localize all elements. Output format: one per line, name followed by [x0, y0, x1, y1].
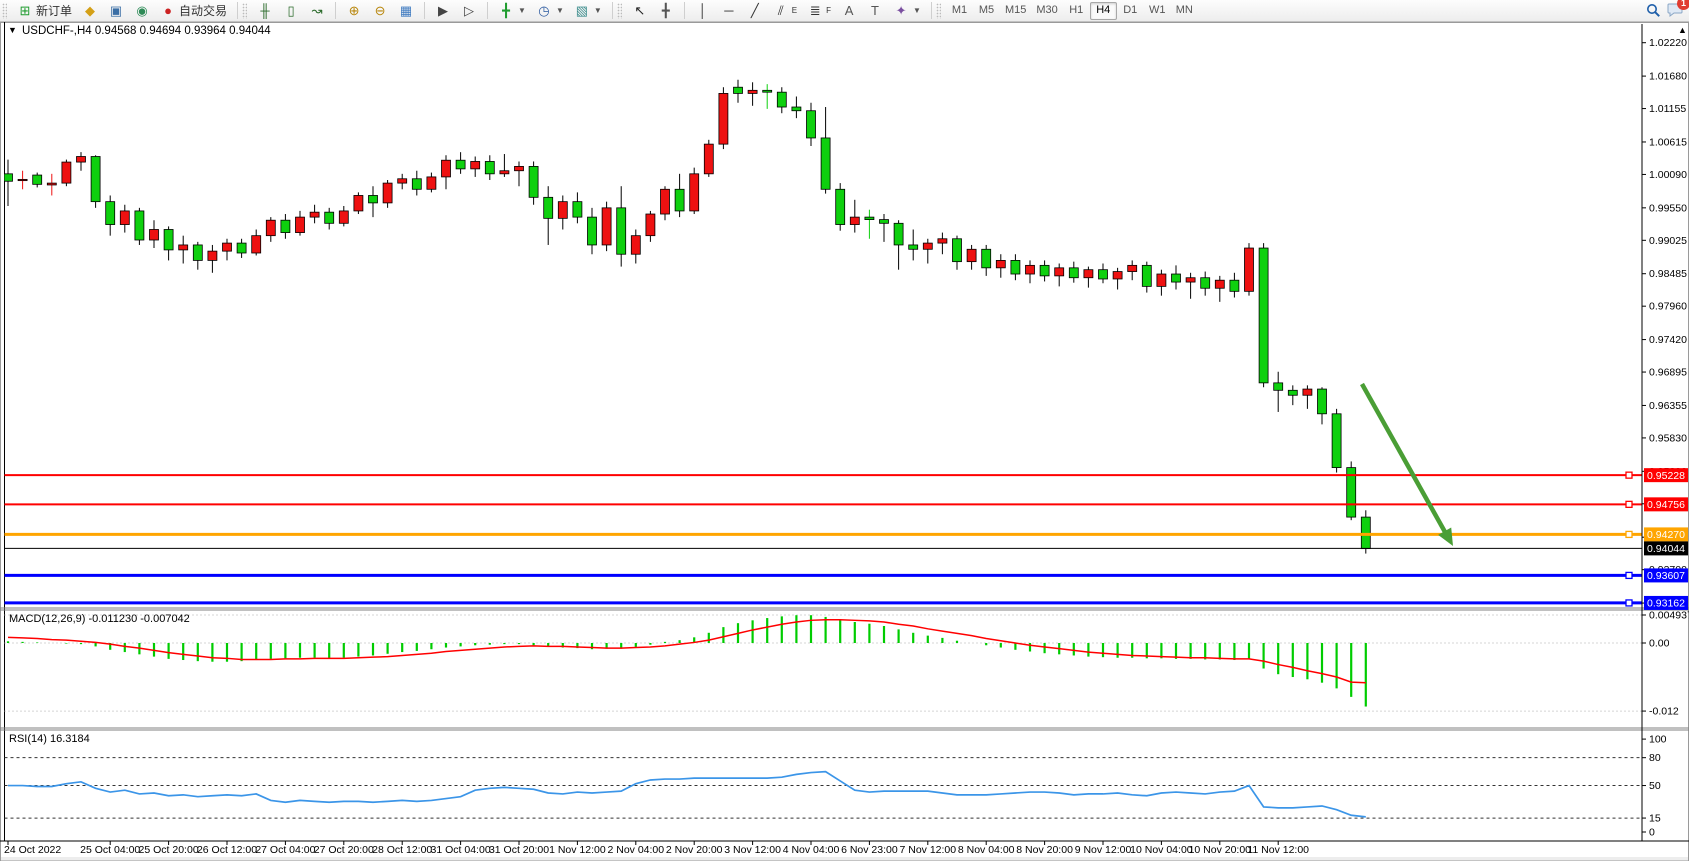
svg-text:0.96355: 0.96355	[1649, 400, 1687, 412]
svg-text:0.95228: 0.95228	[1647, 470, 1685, 482]
svg-text:0.94270: 0.94270	[1647, 529, 1685, 541]
svg-text:27 Oct 04:00: 27 Oct 04:00	[255, 844, 315, 856]
svg-text:2 Nov 20:00: 2 Nov 20:00	[666, 844, 723, 856]
svg-text:1.01680: 1.01680	[1649, 71, 1687, 83]
svg-text:USDCHF-,H4 0.94568 0.94694 0.: USDCHF-,H4 0.94568 0.94694 0.93964 0.940…	[22, 25, 271, 37]
macd-label: MACD(12,26,9) -0.011230 -0.007042	[9, 613, 190, 625]
svg-text:1.00615: 1.00615	[1649, 136, 1687, 148]
svg-text:0.95830: 0.95830	[1649, 432, 1687, 444]
svg-text:28 Oct 12:00: 28 Oct 12:00	[372, 844, 432, 856]
svg-text:11 Nov 12:00: 11 Nov 12:00	[1247, 844, 1309, 856]
svg-text:0.004937: 0.004937	[1649, 609, 1689, 621]
svg-text:1 Nov 12:00: 1 Nov 12:00	[549, 844, 606, 856]
svg-text:80: 80	[1649, 752, 1661, 764]
trading-platform-window: ⊞新订单◆▣◉●自动交易 ╫▯↝ ⊕⊖▦ ▶▷ ╋▼◷▼▧▼ ↖╋ │─╱⫽E≣…	[0, 0, 1689, 861]
price-level-label: 0.93162	[1644, 596, 1688, 610]
hline-handle	[1626, 531, 1632, 537]
svg-text:15: 15	[1649, 813, 1661, 825]
price-level-label: 0.94270	[1644, 527, 1688, 541]
svg-text:0.94044: 0.94044	[1647, 543, 1685, 555]
svg-text:0: 0	[1649, 827, 1655, 839]
svg-text:0.97420: 0.97420	[1649, 334, 1687, 346]
svg-text:0.99550: 0.99550	[1649, 202, 1687, 214]
price-level-label: 0.93607	[1644, 568, 1688, 582]
svg-text:1.00090: 1.00090	[1649, 169, 1687, 181]
price-level-label: 0.94756	[1644, 497, 1688, 511]
svg-text:10 Nov 20:00: 10 Nov 20:00	[1189, 844, 1252, 856]
svg-text:0.99025: 0.99025	[1649, 235, 1687, 247]
svg-text:1.01155: 1.01155	[1649, 103, 1686, 115]
svg-text:4 Nov 04:00: 4 Nov 04:00	[783, 844, 840, 856]
svg-text:0.94756: 0.94756	[1647, 499, 1685, 511]
chart-title: ▼ USDCHF-,H4 0.94568 0.94694 0.93964 0.94…	[8, 25, 271, 37]
svg-text:0.97960: 0.97960	[1649, 301, 1687, 313]
svg-text:0.98485: 0.98485	[1649, 268, 1687, 280]
rsi-label: RSI(14) 16.3184	[9, 733, 90, 745]
svg-text:0.93607: 0.93607	[1647, 570, 1685, 582]
hline-handle	[1626, 600, 1632, 606]
hline-handle	[1626, 572, 1632, 578]
symbol-dropdown-icon: ▼	[8, 25, 17, 35]
svg-text:26 Oct 12:00: 26 Oct 12:00	[197, 844, 257, 856]
svg-text:0.93162: 0.93162	[1647, 598, 1685, 610]
svg-text:31 Oct 20:00: 31 Oct 20:00	[489, 844, 549, 856]
price-level-label: 0.95228	[1644, 468, 1688, 482]
hline-handle	[1626, 501, 1632, 507]
price-level-label: 0.94044	[1644, 541, 1688, 555]
hline-handle	[1626, 472, 1632, 478]
svg-text:25 Oct 20:00: 25 Oct 20:00	[139, 844, 199, 856]
time-axis[interactable]: 24 Oct 2022 25 Oct 04:0025 Oct 20:0026 Oc…	[4, 841, 1309, 856]
svg-text:8 Nov 04:00: 8 Nov 04:00	[958, 844, 1015, 856]
svg-text:7 Nov 12:00: 7 Nov 12:00	[899, 844, 956, 856]
svg-text:100: 100	[1649, 734, 1667, 746]
chart-canvas[interactable]: 1.02220 1.01680 1.01155 1.00615 1.00090 0.995…	[0, 0, 1689, 861]
svg-text:8 Nov 20:00: 8 Nov 20:00	[1016, 844, 1073, 856]
svg-text:31 Oct 04:00: 31 Oct 04:00	[431, 844, 491, 856]
svg-text:0.00: 0.00	[1649, 638, 1670, 650]
svg-text:0.96895: 0.96895	[1649, 367, 1687, 379]
svg-text:6 Nov 23:00: 6 Nov 23:00	[841, 844, 898, 856]
svg-text:25 Oct 04:00: 25 Oct 04:00	[80, 844, 140, 856]
svg-text:24 Oct 2022: 24 Oct 2022	[4, 844, 61, 856]
svg-text:27 Oct 20:00: 27 Oct 20:00	[314, 844, 374, 856]
svg-text:1.02220: 1.02220	[1649, 37, 1687, 49]
svg-text:3 Nov 12:00: 3 Nov 12:00	[724, 844, 781, 856]
svg-text:2 Nov 04:00: 2 Nov 04:00	[607, 844, 664, 856]
scroll-up-icon: ▲	[1678, 25, 1687, 35]
svg-text:10 Nov 04:00: 10 Nov 04:00	[1130, 844, 1193, 856]
svg-text:9 Nov 12:00: 9 Nov 12:00	[1075, 844, 1132, 856]
svg-text:-0.012: -0.012	[1649, 706, 1679, 718]
svg-text:50: 50	[1649, 780, 1661, 792]
